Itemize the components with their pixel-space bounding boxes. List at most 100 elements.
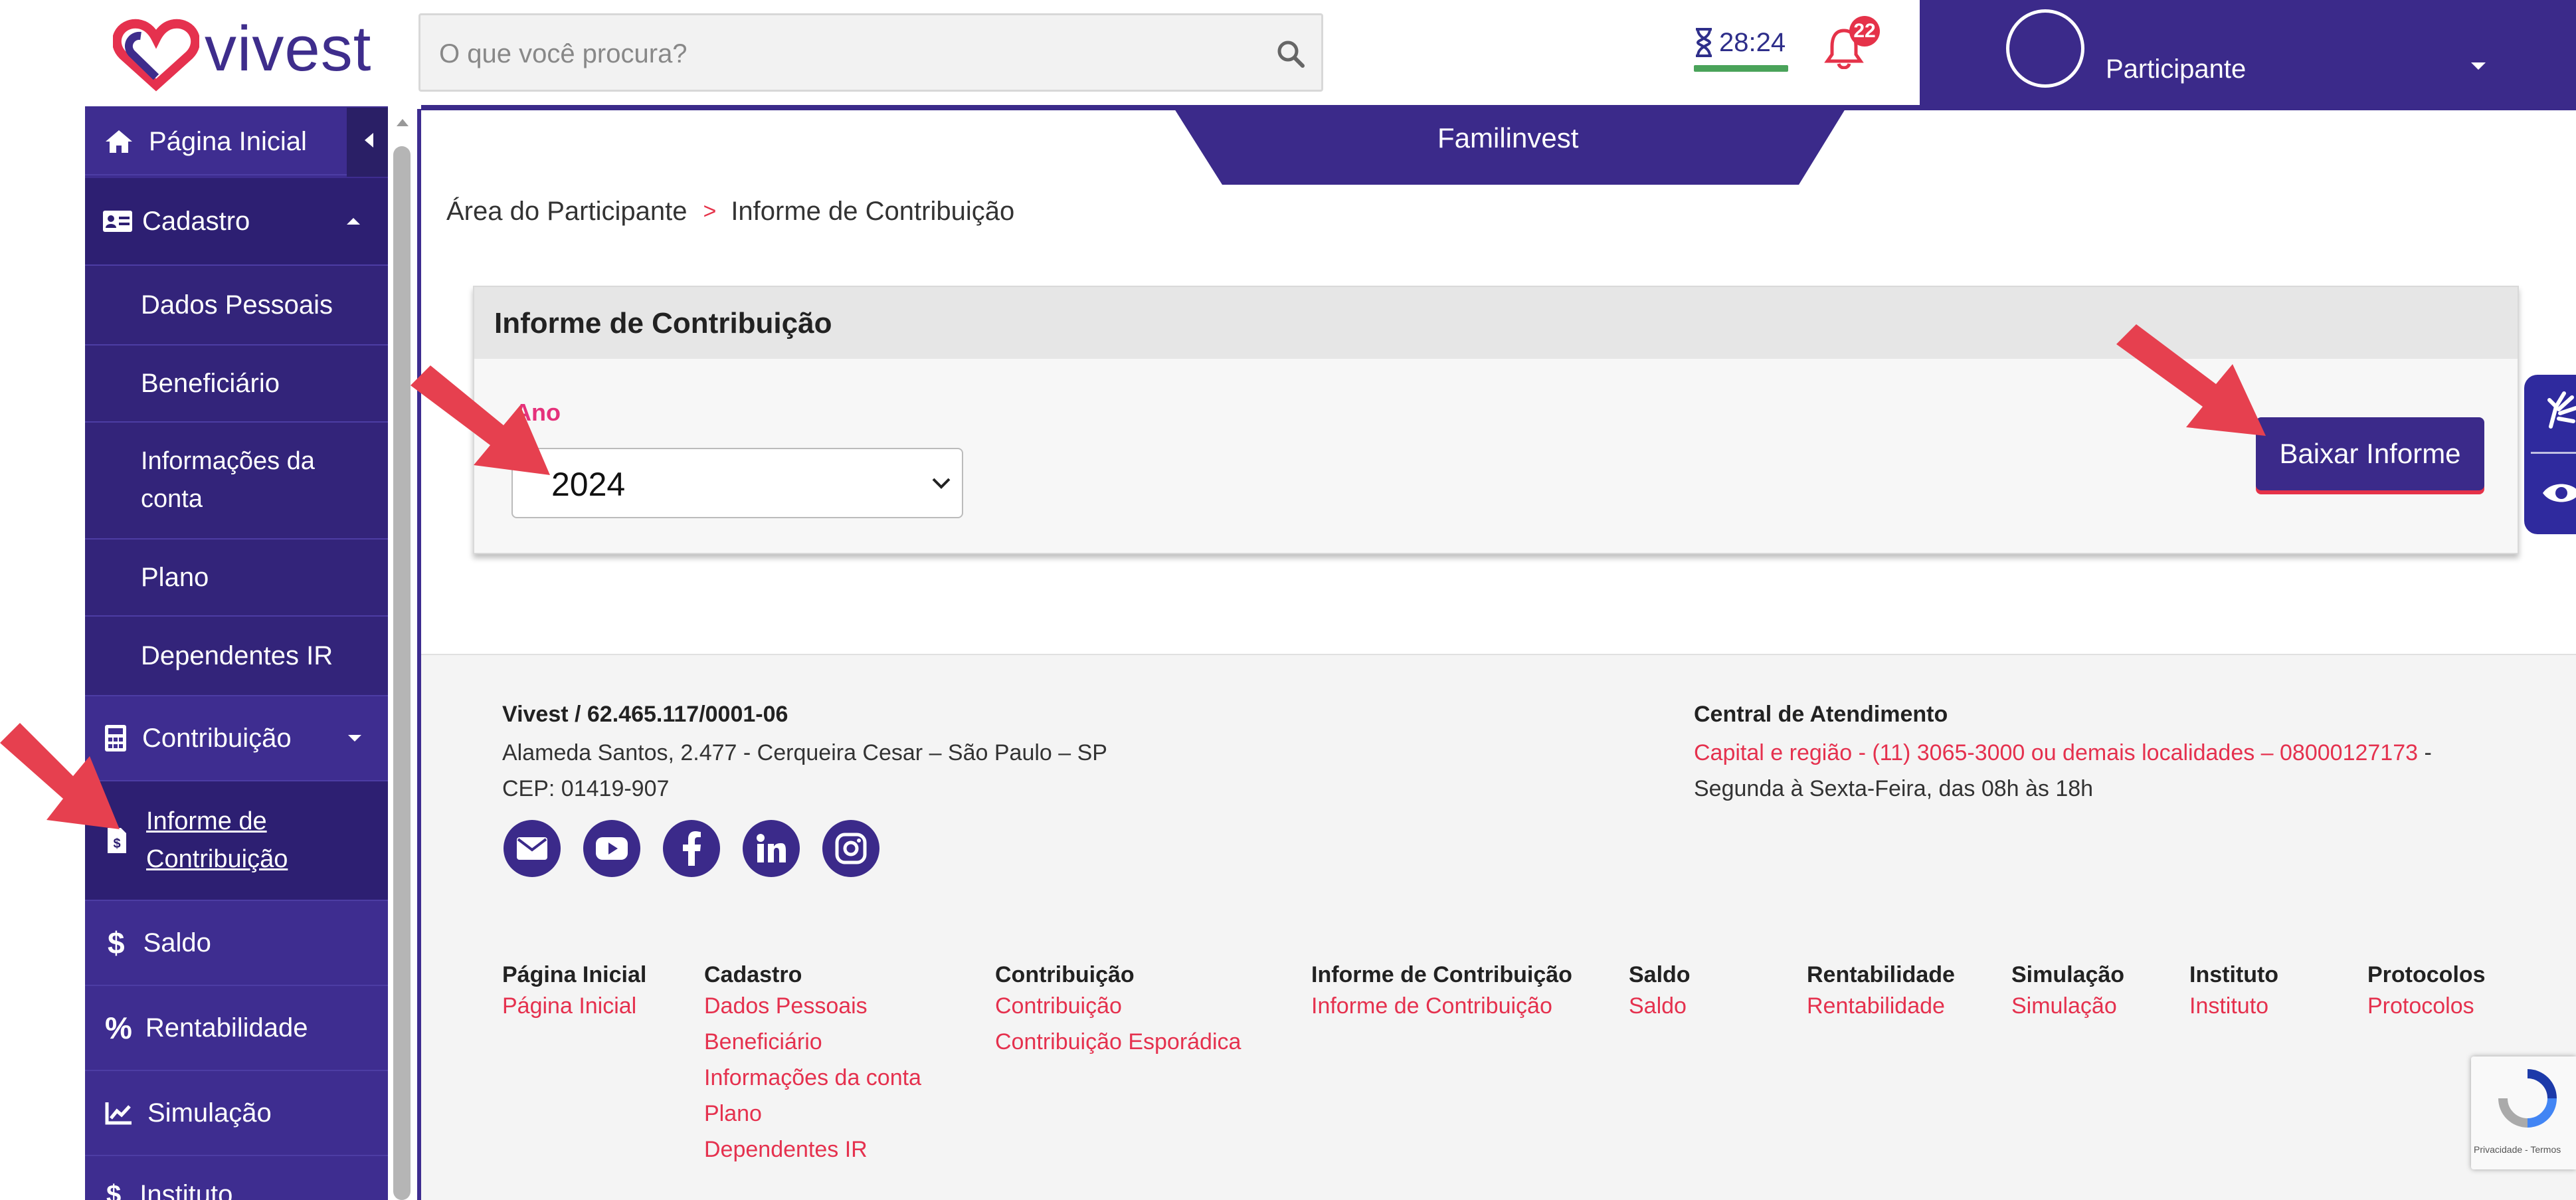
- footer-column-title: Instituto: [2189, 962, 2279, 987]
- footer-central-hours: Segunda à Sexta-Feira, das 08h às 18h: [1694, 776, 2094, 801]
- facebook-icon[interactable]: [663, 820, 720, 877]
- search-bar[interactable]: O que você procura?: [418, 13, 1323, 92]
- sidebar-item-label: Contribuição: [142, 723, 292, 753]
- vivest-logo[interactable]: vivest: [113, 13, 392, 93]
- footer-column: Rentabilidade Rentabilidade: [1807, 962, 1955, 1024]
- session-timer: 28:24: [1694, 25, 1794, 78]
- sidebar-item-rentabilidade[interactable]: % Rentabilidade: [85, 986, 388, 1071]
- timer-progress: [1694, 65, 1788, 72]
- footer-link[interactable]: Dados Pessoais: [704, 988, 921, 1024]
- footer-central-dash: -: [2418, 740, 2432, 765]
- sidebar-item-simulacao[interactable]: Simulação: [85, 1071, 388, 1156]
- footer-column-title: Protocolos: [2367, 962, 2486, 987]
- email-icon[interactable]: [504, 820, 561, 877]
- footer-central-line: Capital e região - (11) 3065-3000 ou dem…: [1694, 735, 2432, 771]
- footer-central-phone[interactable]: Capital e região - (11) 3065-3000 ou dem…: [1694, 740, 2418, 765]
- footer-link[interactable]: Protocolos: [2367, 988, 2486, 1024]
- linkedin-icon[interactable]: [743, 820, 800, 877]
- sidebar-collapse-button[interactable]: [347, 108, 388, 177]
- pointer-arrow-icon: [411, 365, 550, 475]
- tab-label[interactable]: Familinvest: [1437, 122, 1578, 154]
- footer-column: Instituto Instituto: [2189, 962, 2278, 1024]
- scroll-up-icon[interactable]: [395, 117, 410, 128]
- sidebar-item-informacoes-conta[interactable]: Informações da conta: [85, 423, 388, 540]
- caret-down-icon[interactable]: [2470, 61, 2487, 72]
- footer-column: Simulação Simulação: [2011, 962, 2124, 1024]
- recaptcha-text[interactable]: Privacidade - Termos: [2474, 1144, 2561, 1155]
- footer-link[interactable]: Página Inicial: [502, 988, 646, 1024]
- sidebar-item-label: Dados Pessoais: [141, 290, 333, 320]
- scrollbar-thumb[interactable]: [393, 146, 411, 1200]
- footer-link[interactable]: Saldo: [1629, 988, 1691, 1024]
- breadcrumb-root[interactable]: Área do Participante: [446, 197, 687, 227]
- sidebar-item-label: Rentabilidade: [145, 1013, 308, 1043]
- sidebar-item-label: Dependentes IR: [141, 641, 333, 670]
- avatar: [2006, 9, 2084, 88]
- breadcrumb-separator: >: [703, 198, 717, 224]
- caret-down-icon: [348, 735, 361, 742]
- footer-link[interactable]: Informe de Contribuição: [1311, 988, 1572, 1024]
- id-card-icon: [103, 211, 132, 232]
- sidebar-item-beneficiario[interactable]: Beneficiário: [85, 346, 388, 423]
- footer-column-title: Simulação: [2011, 962, 2125, 987]
- footer-column-title: Saldo: [1629, 962, 1691, 987]
- sidebar-item-label: Plano: [141, 562, 209, 592]
- footer-cep: CEP: 01419-907: [502, 776, 670, 801]
- sidebar-item-label: Beneficiário: [141, 368, 280, 398]
- tab-familinvest[interactable]: Familinvest: [1174, 109, 1845, 185]
- sidebar-item-contribuicao[interactable]: Contribuição: [85, 696, 388, 781]
- timer-text: 28:24: [1719, 28, 1786, 57]
- footer-link[interactable]: Instituto: [2189, 988, 2278, 1024]
- dollar-icon: $: [106, 1180, 122, 1200]
- chevron-down-icon: [932, 478, 951, 489]
- hourglass-icon: [1696, 28, 1712, 57]
- download-informe-button[interactable]: Baixar Informe: [2256, 417, 2484, 490]
- pointer-arrow-icon: [2116, 324, 2266, 436]
- footer-link[interactable]: Beneficiário: [704, 1024, 921, 1060]
- sidebar-item-instituto[interactable]: $ Instituto: [85, 1156, 388, 1200]
- footer-link[interactable]: Rentabilidade: [1807, 988, 1955, 1024]
- breadcrumb-current: Informe de Contribuição: [731, 196, 1015, 226]
- pointer-arrow-icon: [0, 723, 120, 829]
- footer-link[interactable]: Contribuição Esporádica: [995, 1024, 1241, 1060]
- footer-link[interactable]: Simulação: [2011, 988, 2124, 1024]
- widget-divider: [2531, 452, 2576, 454]
- footer-column: Cadastro Dados Pessoais Beneficiário Inf…: [704, 962, 921, 1167]
- chevron-left-icon: [365, 133, 373, 148]
- sidebar-item-label: Informações da conta: [141, 447, 315, 513]
- footer-link[interactable]: Contribuição: [995, 988, 1241, 1024]
- line-chart-icon: [105, 1102, 132, 1125]
- eye-icon[interactable]: [2541, 480, 2576, 506]
- year-select[interactable]: 2024: [511, 448, 963, 518]
- sidebar-scrollbar[interactable]: [388, 109, 417, 1200]
- footer-column-title: Contribuição: [995, 962, 1135, 987]
- dollar-icon: $: [108, 926, 125, 960]
- logo-text: vivest: [205, 13, 372, 84]
- sidebar-item-cadastro[interactable]: Cadastro: [85, 178, 388, 266]
- footer-link[interactable]: Plano: [704, 1096, 921, 1132]
- notification-badge: 22: [1849, 16, 1880, 47]
- sign-language-icon[interactable]: [2544, 387, 2576, 433]
- search-input[interactable]: O que você procura?: [439, 39, 688, 69]
- percent-icon: %: [105, 1011, 132, 1045]
- sidebar-item-dados-pessoais[interactable]: Dados Pessoais: [85, 266, 388, 346]
- instagram-icon[interactable]: [822, 820, 879, 877]
- youtube-icon[interactable]: [583, 820, 640, 877]
- sidebar-item-dependentes-ir[interactable]: Dependentes IR: [85, 617, 388, 696]
- accessibility-widget[interactable]: [2524, 375, 2576, 534]
- sidebar-item-plano[interactable]: Plano: [85, 540, 388, 617]
- recaptcha-badge[interactable]: Privacidade - Termos: [2471, 1056, 2576, 1169]
- sidebar-item-label: Página Inicial: [149, 126, 307, 156]
- footer-link[interactable]: Informações da conta: [704, 1060, 921, 1096]
- footer-link[interactable]: Dependentes IR: [704, 1132, 921, 1167]
- sidebar-item-saldo[interactable]: $ Saldo: [85, 901, 388, 986]
- user-menu[interactable]: Participante: [1920, 0, 2576, 109]
- sidebar-item-informe-contribuicao[interactable]: $ Informe de Contribuição: [85, 781, 388, 901]
- sidebar-item-home[interactable]: Página Inicial: [85, 109, 388, 175]
- footer-company: Vivest / 62.465.117/0001-06: [502, 702, 788, 727]
- footer-column-title: Página Inicial: [502, 962, 647, 987]
- card-title: Informe de Contribuição: [494, 307, 832, 340]
- search-icon[interactable]: [1276, 39, 1305, 68]
- notifications[interactable]: 22: [1820, 13, 1893, 80]
- sidebar-item-label: Saldo: [143, 928, 211, 957]
